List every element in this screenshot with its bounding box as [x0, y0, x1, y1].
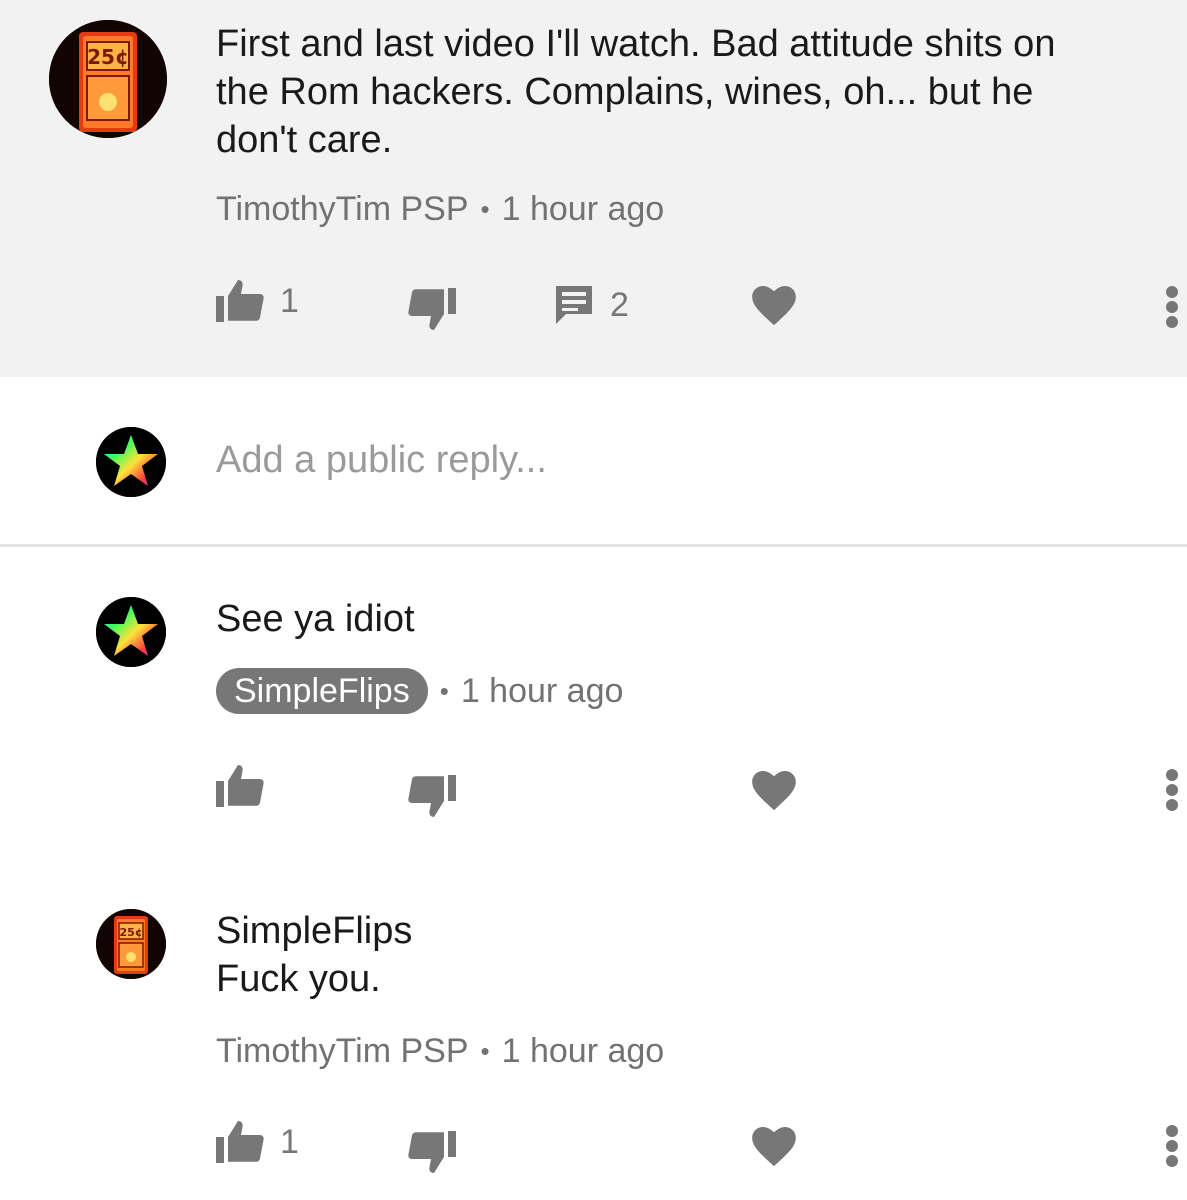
like-count: 1	[280, 1122, 299, 1161]
coin-slot-icon: 25¢	[96, 909, 166, 979]
heart-icon	[752, 1127, 796, 1167]
top-comment: 25¢ First and last video I'll watch. Bad…	[0, 0, 1187, 377]
reply-item: 25¢ SimpleFlips Fuck you. TimothyTim PSP…	[0, 847, 1187, 1200]
reply-text: See ya idiot	[216, 598, 415, 640]
coin-label: 25¢	[87, 45, 129, 69]
meta-separator: •	[439, 675, 449, 706]
thumbs-down-icon	[408, 775, 456, 817]
heart-button[interactable]	[752, 771, 796, 811]
coin-label: 25¢	[120, 926, 143, 939]
comment-author[interactable]: TimothyTim PSP	[216, 190, 469, 229]
meta-separator: •	[480, 193, 490, 224]
public-reply-input[interactable]	[216, 439, 1116, 482]
reply-meta: TimothyTim PSP • 1 hour ago	[216, 1027, 664, 1075]
dislike-button[interactable]	[408, 288, 456, 330]
more-vertical-icon	[1166, 1125, 1178, 1167]
reply-time[interactable]: 1 hour ago	[502, 1032, 665, 1071]
more-options-button[interactable]	[1164, 286, 1180, 328]
dislike-button[interactable]	[408, 1131, 456, 1173]
reply-author[interactable]: TimothyTim PSP	[216, 1032, 469, 1071]
reply-avatar[interactable]: 25¢	[96, 909, 166, 979]
more-vertical-icon	[1166, 286, 1178, 328]
like-button[interactable]	[216, 765, 264, 807]
thumbs-down-icon	[408, 288, 456, 330]
creator-author-chip[interactable]: SimpleFlips	[216, 668, 428, 714]
reply-button[interactable]: 2	[554, 284, 629, 326]
more-options-button[interactable]	[1164, 1125, 1180, 1167]
rainbow-star-icon	[96, 427, 166, 497]
thumbs-down-icon	[408, 1131, 456, 1173]
thumbs-up-icon	[216, 1121, 264, 1163]
thumbs-up-icon	[216, 765, 264, 807]
thumbs-up-icon	[216, 280, 264, 322]
reply-time[interactable]: 1 hour ago	[461, 672, 624, 711]
comment-time[interactable]: 1 hour ago	[502, 190, 665, 229]
heart-button[interactable]	[752, 286, 796, 326]
heart-icon	[752, 771, 796, 811]
rainbow-star-icon	[96, 597, 166, 667]
reply-item: See ya idiot SimpleFlips • 1 hour ago	[0, 547, 1187, 847]
reply-count: 2	[610, 285, 629, 324]
reply-box	[0, 377, 1187, 545]
coin-slot-avatar[interactable]: 25¢	[49, 20, 167, 138]
meta-separator: •	[480, 1035, 490, 1066]
comment-meta: TimothyTim PSP • 1 hour ago	[216, 185, 664, 233]
reply-avatar[interactable]	[96, 597, 166, 667]
more-vertical-icon	[1166, 769, 1178, 811]
like-button[interactable]: 1	[216, 280, 299, 322]
like-count: 1	[280, 281, 299, 320]
comment-text: First and last video I'll watch. Bad att…	[216, 23, 1056, 161]
reply-mention[interactable]: SimpleFlips	[216, 907, 1161, 955]
like-button[interactable]: 1	[216, 1121, 299, 1163]
reply-comment-icon	[556, 286, 592, 324]
user-avatar	[96, 427, 166, 497]
coin-slot-icon: 25¢	[49, 20, 167, 138]
reply-meta: SimpleFlips • 1 hour ago	[216, 667, 623, 715]
heart-button[interactable]	[752, 1127, 796, 1167]
reply-text: Fuck you.	[216, 958, 381, 1000]
heart-icon	[752, 286, 796, 326]
dislike-button[interactable]	[408, 775, 456, 817]
more-options-button[interactable]	[1164, 769, 1180, 811]
